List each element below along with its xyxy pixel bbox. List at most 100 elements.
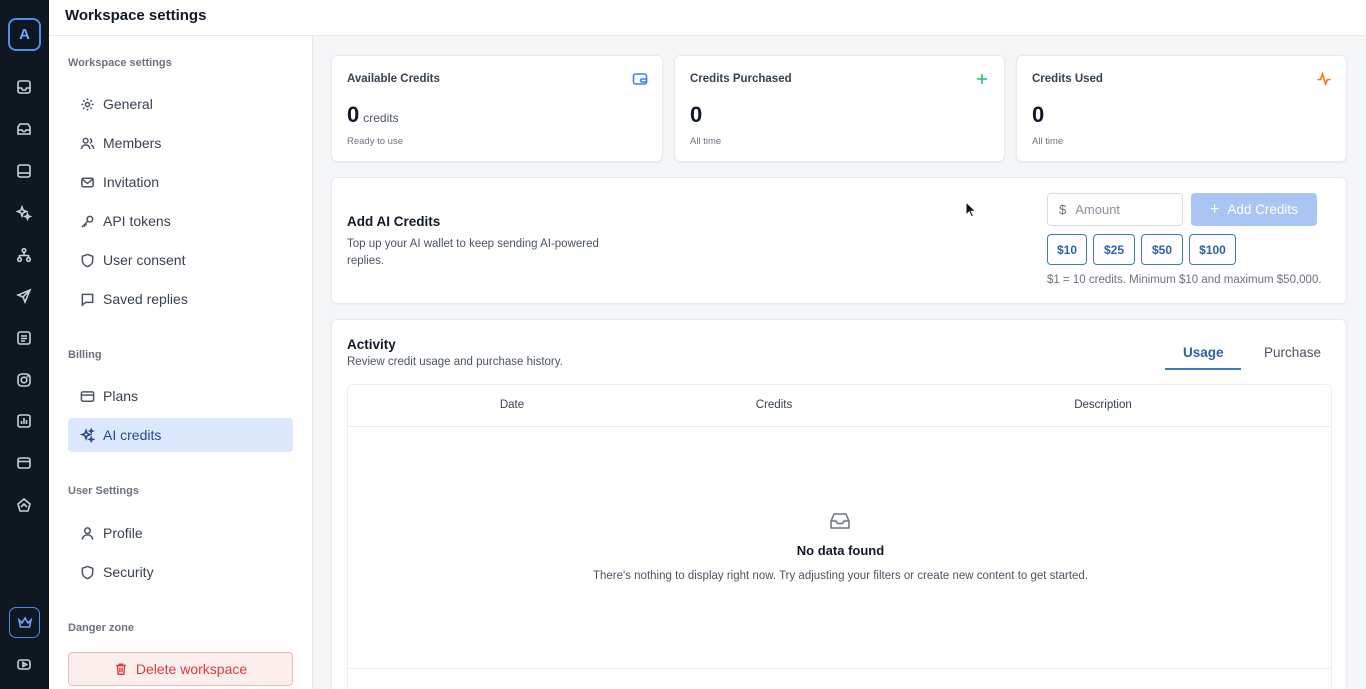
mail-icon [81,177,94,187]
credit-card-icon [80,390,95,402]
stat-value: 0 [690,102,703,127]
credits-conversion-hint: $1 = 10 credits. Minimum $10 and maximum… [1047,274,1322,286]
plus-icon: + [1210,200,1220,218]
amount-field[interactable]: $ [1047,193,1183,226]
amount-input[interactable] [1075,202,1166,217]
sidebar-item-plans[interactable]: Plans [68,379,293,413]
flow-icon[interactable] [14,495,34,515]
stat-value: 0 [1032,102,1045,127]
table-footer-divider [348,668,1331,669]
sidebar-item-label: Saved replies [103,291,188,307]
stat-caption: All time [690,136,722,147]
stat-label: Credits Used [1032,73,1103,85]
stat-card-purchased: Credits Purchased 0 All time [674,55,1005,162]
users-icon [80,137,95,149]
sidebar-item-security[interactable]: Security [68,555,293,589]
key-icon [81,215,94,228]
archive-icon[interactable] [14,119,34,139]
sidebar-item-members[interactable]: Members [68,126,293,160]
trash-icon [116,663,126,675]
wallet-icon [632,71,648,87]
sidebar-item-invitation[interactable]: Invitation [68,165,293,199]
list-icon[interactable] [14,328,34,348]
mouse-cursor-icon [965,201,977,218]
section-billing: Billing [68,349,102,361]
tab-purchase[interactable]: Purchase [1264,345,1321,360]
shield-icon [81,253,94,267]
column-header-credits[interactable]: Credits [756,399,792,411]
user-icon [81,526,94,540]
tray-icon[interactable] [14,161,34,181]
preset-100-button[interactable]: $100 [1189,234,1236,265]
sidebar-item-label: Security [103,564,154,580]
preset-10-button[interactable]: $10 [1047,234,1087,265]
stat-unit: credits [363,111,399,125]
section-workspace-settings: Workspace settings [68,57,172,69]
sidebar-item-profile[interactable]: Profile [68,516,293,550]
delete-workspace-label: Delete workspace [135,661,248,677]
plus-icon [974,71,990,87]
stat-card-used: Credits Used 0 All time [1016,55,1347,162]
sidebar-item-label: AI credits [103,427,162,443]
chart-icon[interactable] [14,411,34,431]
add-credits-card: Add AI Credits Top up your AI wallet to … [331,177,1347,304]
add-credits-button-label: Add Credits [1227,202,1298,217]
instagram-icon[interactable] [14,370,34,390]
top-header: Workspace settings [49,0,1366,36]
stat-card-available: Available Credits 0 credits Ready to use [331,55,663,162]
column-header-date[interactable]: Date [500,399,524,411]
section-danger-zone: Danger zone [68,622,135,634]
sparkle-icon[interactable] [14,203,34,223]
card-icon[interactable] [14,453,34,473]
stat-label: Credits Purchased [690,73,792,85]
activity-icon [1316,71,1332,87]
app-rail: A [0,0,49,689]
activity-table: Date Credits Description No data found T… [347,384,1332,689]
stat-caption: All time [1032,136,1064,147]
tab-usage[interactable]: Usage [1183,345,1224,360]
message-icon [81,293,94,307]
settings-sidebar: Workspace settings General Members Invit… [49,36,313,689]
gear-icon [81,97,94,111]
sidebar-item-saved-replies[interactable]: Saved replies [68,282,293,316]
shield-icon [81,565,94,579]
empty-state-description: There's nothing to display right now. Tr… [592,570,1089,582]
sidebar-item-api-tokens[interactable]: API tokens [68,204,293,238]
sidebar-item-label: Plans [103,388,139,404]
empty-state-title: No data found [796,543,885,558]
stat-caption: Ready to use [347,136,403,147]
currency-symbol: $ [1059,202,1067,217]
sidebar-item-ai-credits[interactable]: AI credits [68,418,293,452]
activity-title: Activity [347,337,396,352]
section-user-settings: User Settings [68,485,139,497]
sidebar-item-user-consent[interactable]: User consent [68,243,293,277]
crown-icon[interactable] [9,607,40,638]
sidebar-item-general[interactable]: General [68,87,293,121]
sidebar-item-label: User consent [103,252,186,268]
column-header-description[interactable]: Description [1074,399,1132,411]
workspace-logo[interactable]: A [8,18,41,51]
youtube-icon[interactable] [14,654,34,674]
delete-workspace-button[interactable]: Delete workspace [68,652,293,686]
inbox-icon [829,511,851,531]
stat-value: 0 credits [347,102,399,127]
add-credits-title: Add AI Credits [347,214,441,229]
inbox-icon[interactable] [14,77,34,97]
table-header-divider [348,426,1331,427]
sidebar-item-label: Members [103,135,162,151]
sparkles-icon [80,427,95,443]
sidebar-item-label: Invitation [103,174,160,190]
add-credits-description: Top up your AI wallet to keep sending AI… [347,238,599,267]
stat-label: Available Credits [347,73,440,85]
preset-50-button[interactable]: $50 [1141,234,1183,265]
activity-description: Review credit usage and purchase history… [347,356,563,368]
page-title: Workspace settings [65,7,207,24]
active-tab-indicator [1165,368,1241,370]
sidebar-item-label: Profile [103,525,143,541]
preset-25-button[interactable]: $25 [1093,234,1135,265]
send-icon[interactable] [14,286,34,306]
sidebar-item-label: General [103,96,153,112]
add-credits-button[interactable]: + Add Credits [1191,193,1317,226]
sidebar-item-label: API tokens [103,213,171,229]
hierarchy-icon[interactable] [14,245,34,265]
